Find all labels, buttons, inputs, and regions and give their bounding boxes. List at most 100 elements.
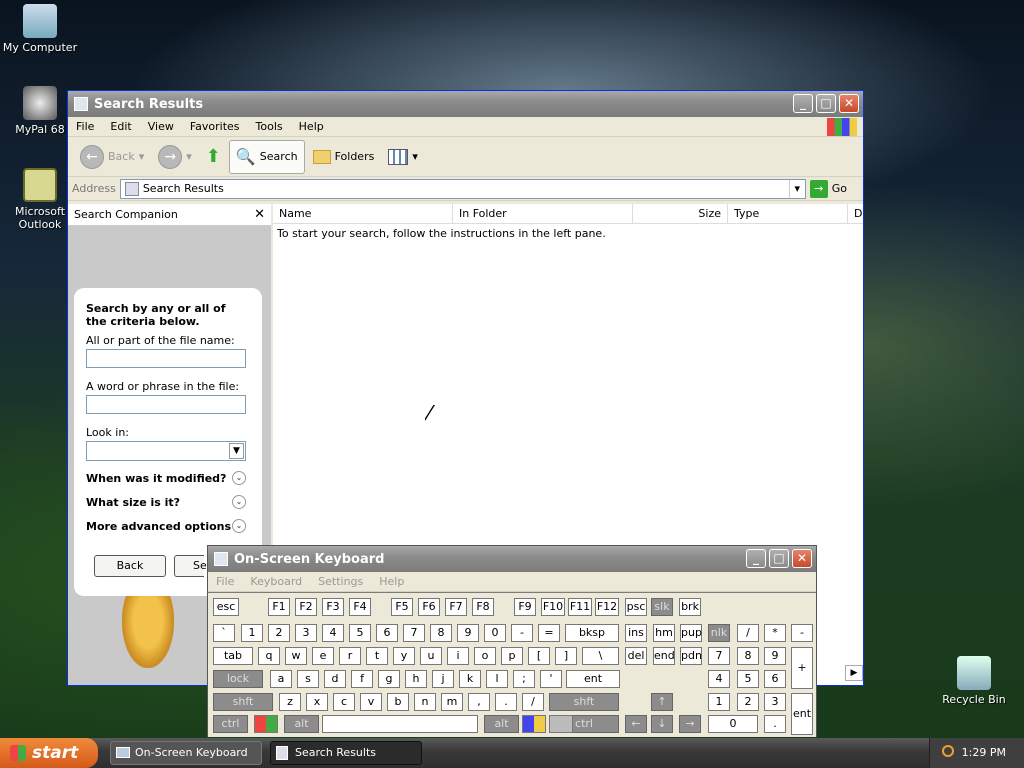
key-caps-6[interactable]: h: [405, 670, 427, 688]
osk-close-button[interactable]: ✕: [792, 549, 812, 568]
forward-button[interactable]: → ▾: [152, 140, 198, 174]
desktop-icon-my-computer[interactable]: My Computer: [0, 4, 80, 54]
key-tab-6[interactable]: y: [393, 647, 415, 665]
minimize-button[interactable]: _: [793, 94, 813, 113]
key-shift-14[interactable]: 2: [737, 693, 759, 711]
back-button[interactable]: ← Back ▾: [74, 140, 150, 174]
taskbar-item-osk[interactable]: On-Screen Keyboard: [110, 741, 262, 765]
key-shift-12[interactable]: ↑: [651, 693, 673, 711]
key-fn-15[interactable]: brk: [679, 598, 701, 616]
key-tab-5[interactable]: t: [366, 647, 388, 665]
close-button[interactable]: ✕: [839, 94, 859, 113]
key-tab-11[interactable]: [: [528, 647, 550, 665]
osk-menu-help[interactable]: Help: [371, 575, 412, 588]
up-folder-button[interactable]: ⬆: [200, 140, 227, 174]
key-tab-18[interactable]: 8: [737, 647, 759, 665]
key-num-11[interactable]: -: [511, 624, 533, 642]
key-ctrl-0[interactable]: ctrl: [213, 715, 248, 733]
key-num-16[interactable]: pup: [680, 624, 702, 642]
key-tab-14[interactable]: del: [625, 647, 647, 665]
key-tab-20[interactable]: +: [791, 647, 813, 689]
address-dropdown[interactable]: ▾: [788, 179, 805, 198]
key-fn-14[interactable]: slk: [651, 598, 673, 616]
key-num-12[interactable]: =: [538, 624, 560, 642]
key-caps-4[interactable]: f: [351, 670, 373, 688]
key-caps-3[interactable]: d: [324, 670, 346, 688]
search-tray-icon[interactable]: [942, 745, 954, 757]
look-in-select[interactable]: ▼: [86, 441, 246, 461]
key-tab-1[interactable]: q: [258, 647, 280, 665]
key-tab-15[interactable]: end: [653, 647, 675, 665]
key-shift-5[interactable]: b: [387, 693, 409, 711]
key-tab-8[interactable]: i: [447, 647, 469, 665]
key-fn-13[interactable]: psc: [625, 598, 647, 616]
windows-key-left-icon[interactable]: [254, 715, 278, 733]
osk-titlebar[interactable]: On-Screen Keyboard _ □ ✕: [208, 546, 816, 572]
key-shift-0[interactable]: shft: [213, 693, 273, 711]
key-num-15[interactable]: hm: [653, 624, 675, 642]
views-button[interactable]: ▾: [382, 140, 424, 174]
column-date[interactable]: D: [848, 204, 862, 223]
key-fn-0[interactable]: esc: [213, 598, 239, 616]
search-button[interactable]: 🔍 Search: [228, 139, 305, 174]
column-type[interactable]: Type: [728, 204, 848, 223]
key-fn-4[interactable]: F4: [349, 598, 371, 616]
key-tab-17[interactable]: 7: [708, 647, 730, 665]
key-num-6[interactable]: 6: [376, 624, 398, 642]
osk-menu-file[interactable]: File: [208, 575, 242, 588]
key-num-3[interactable]: 3: [295, 624, 317, 642]
key-caps-0[interactable]: lock: [213, 670, 263, 688]
clock[interactable]: 1:29 PM: [962, 746, 1006, 759]
key-fn-5[interactable]: F5: [391, 598, 413, 616]
key-shift-3[interactable]: c: [333, 693, 355, 711]
key-num-8[interactable]: 8: [430, 624, 452, 642]
start-button[interactable]: start: [0, 738, 98, 768]
advanced-options[interactable]: More advanced options ⌄: [86, 519, 246, 533]
key-fn-3[interactable]: F3: [322, 598, 344, 616]
key-caps-14[interactable]: 5: [737, 670, 759, 688]
key-fn-2[interactable]: F2: [295, 598, 317, 616]
key-tab-16[interactable]: pdn: [680, 647, 702, 665]
key-tab-10[interactable]: p: [501, 647, 523, 665]
menu-view[interactable]: View: [140, 120, 182, 133]
key-num-0[interactable]: `: [213, 624, 235, 642]
key-num-17[interactable]: nlk: [708, 624, 730, 642]
menu-tools[interactable]: Tools: [248, 120, 291, 133]
key-fn-11[interactable]: F11: [568, 598, 592, 616]
key-fn-12[interactable]: F12: [595, 598, 619, 616]
column-name[interactable]: Name: [273, 204, 453, 223]
phrase-input[interactable]: [86, 395, 246, 414]
key-caps-7[interactable]: j: [432, 670, 454, 688]
companion-search-button[interactable]: Se: [174, 555, 207, 577]
key-num-4[interactable]: 4: [322, 624, 344, 642]
key-tab-7[interactable]: u: [420, 647, 442, 665]
desktop-icon-recycle-bin[interactable]: Recycle Bin: [934, 656, 1014, 706]
key-shift-9[interactable]: .: [495, 693, 517, 711]
key-num-13[interactable]: bksp: [565, 624, 619, 642]
key-ctrl-5[interactable]: ↓: [651, 715, 673, 733]
key-shift-13[interactable]: 1: [708, 693, 730, 711]
when-modified-option[interactable]: When was it modified? ⌄: [86, 471, 246, 485]
key-num-10[interactable]: 0: [484, 624, 506, 642]
key-ctrl-1[interactable]: alt: [284, 715, 319, 733]
key-shift-16[interactable]: ent: [791, 693, 813, 735]
close-pane-icon[interactable]: ✕: [254, 207, 265, 222]
key-shift-1[interactable]: z: [279, 693, 301, 711]
key-fn-8[interactable]: F8: [472, 598, 494, 616]
column-in-folder[interactable]: In Folder: [453, 204, 633, 223]
menu-help[interactable]: Help: [291, 120, 332, 133]
key-ctrl-2[interactable]: alt: [484, 715, 519, 733]
key-tab-13[interactable]: \: [582, 647, 619, 665]
search-dog-assistant-icon[interactable]: [122, 596, 174, 668]
key-fn-6[interactable]: F6: [418, 598, 440, 616]
key-fn-9[interactable]: F9: [514, 598, 536, 616]
key-caps-5[interactable]: g: [378, 670, 400, 688]
key-ctrl-7[interactable]: 0: [708, 715, 758, 733]
address-input[interactable]: Search Results ▾: [119, 178, 806, 199]
key-shift-11[interactable]: shft: [549, 693, 619, 711]
go-button[interactable]: → Go: [809, 179, 859, 198]
key-shift-7[interactable]: m: [441, 693, 463, 711]
key-num-18[interactable]: /: [737, 624, 759, 642]
key-caps-15[interactable]: 6: [764, 670, 786, 688]
key-tab-12[interactable]: ]: [555, 647, 577, 665]
